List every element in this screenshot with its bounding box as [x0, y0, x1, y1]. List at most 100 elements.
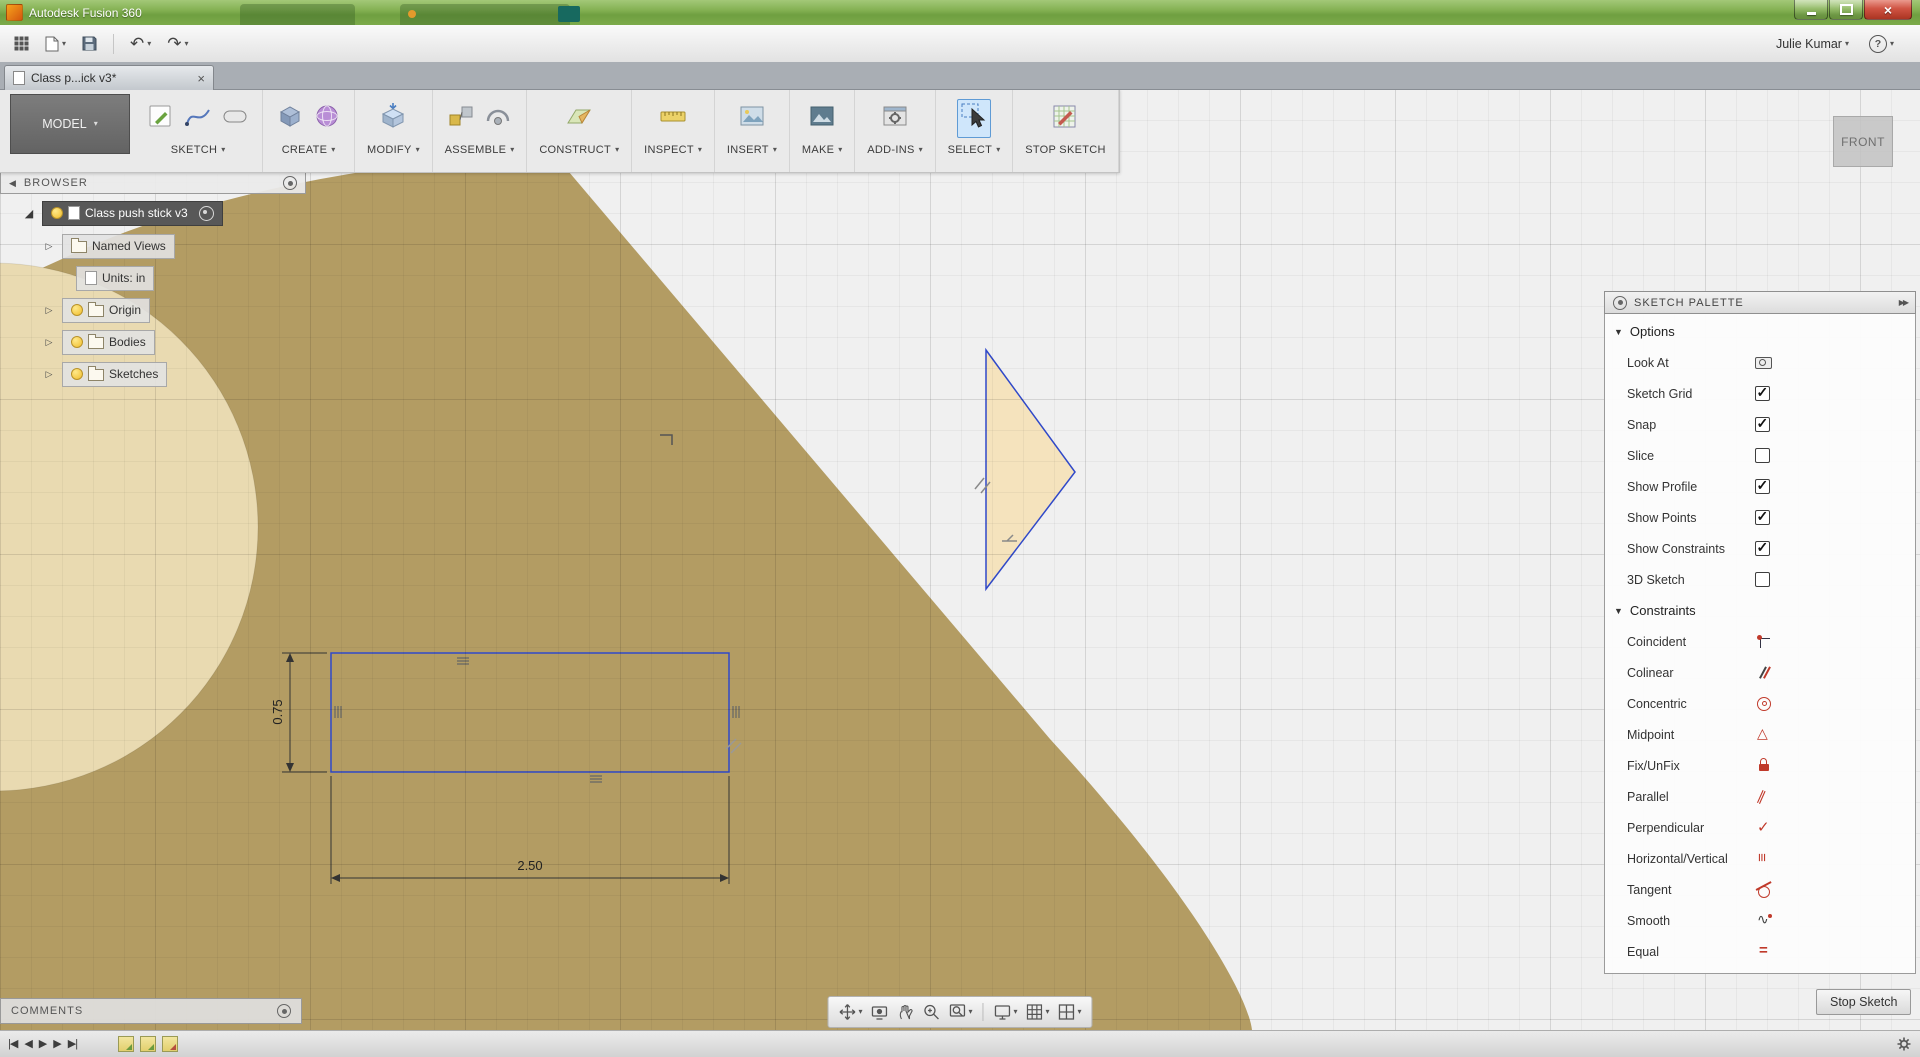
browser-node[interactable]: Bodies — [62, 329, 155, 355]
palette-dock-icon[interactable] — [1613, 295, 1627, 310]
look-at-button[interactable] — [867, 1001, 891, 1023]
colinear-constraint-icon[interactable] — [1755, 664, 1773, 682]
stop-sketch-icon[interactable] — [1050, 101, 1080, 136]
viewports-button[interactable]: ▾ — [1055, 1001, 1085, 1023]
timeline-play-button[interactable]: ▶ — [39, 1038, 48, 1050]
orbit-pan-button[interactable]: ▾ — [835, 1001, 865, 1023]
caret-down-icon[interactable]: ▾ — [615, 146, 619, 154]
sketch-slot-icon[interactable] — [220, 101, 250, 136]
constraint-horizontal-vertical[interactable]: Horizontal/Vertical — [1605, 843, 1915, 874]
caret-down-icon[interactable]: ▾ — [698, 146, 702, 154]
collapse-palette-icon[interactable]: ▶▶ — [1899, 298, 1909, 307]
expand-arrow-icon[interactable]: ◢ — [20, 207, 38, 220]
midpoint-constraint-icon[interactable] — [1755, 725, 1773, 744]
browser-item-bodies[interactable]: ▷ Bodies — [0, 329, 330, 355]
app-grid-icon[interactable] — [10, 33, 33, 54]
browser-node[interactable]: Named Views — [62, 233, 175, 259]
palette-option-snap[interactable]: Snap — [1605, 409, 1915, 440]
palette-option-look-at[interactable]: Look At — [1605, 347, 1915, 378]
zoom-window-button[interactable]: ▾ — [945, 1001, 975, 1023]
show-points-checkbox[interactable] — [1755, 508, 1770, 525]
save-button[interactable] — [78, 33, 101, 54]
ribbon-group-label[interactable]: INSPECT — [644, 144, 694, 156]
ribbon-group-label[interactable]: SELECT — [948, 144, 993, 156]
sketch-grid-checkbox[interactable] — [1755, 384, 1770, 401]
collapse-browser-icon[interactable]: ◀ — [9, 178, 16, 189]
panel-options-icon[interactable] — [277, 1004, 291, 1018]
browser-item-origin[interactable]: ▷ Origin — [0, 297, 330, 323]
constraint-parallel[interactable]: Parallel — [1605, 781, 1915, 812]
palette-option-show-points[interactable]: Show Points — [1605, 502, 1915, 533]
viewcube-front-face[interactable]: FRONT — [1833, 116, 1893, 167]
browser-node[interactable]: Sketches — [62, 361, 168, 387]
browser-header[interactable]: ◀ BROWSER — [0, 172, 306, 194]
3d-sketch-checkbox[interactable] — [1755, 572, 1770, 587]
perpendicular-constraint-icon[interactable] — [1755, 818, 1773, 837]
constraint-perpendicular[interactable]: Perpendicular — [1605, 812, 1915, 843]
constraints-section-header[interactable]: ▼ Constraints — [1605, 595, 1915, 626]
addins-gear-icon[interactable] — [880, 101, 910, 136]
timeline-sketch-feature[interactable] — [140, 1036, 157, 1052]
browser-node[interactable]: Origin — [62, 297, 151, 323]
workspace-switcher[interactable]: MODEL ▾ — [10, 94, 130, 154]
visibility-bulb-icon[interactable] — [71, 368, 83, 380]
minimize-button[interactable] — [1794, 0, 1828, 20]
caret-down-icon[interactable]: ▾ — [919, 146, 923, 154]
browser-item-named-views[interactable]: ▷ Named Views — [0, 233, 330, 259]
expand-arrow-icon[interactable]: ▷ — [40, 305, 58, 316]
visibility-bulb-icon[interactable] — [71, 336, 83, 348]
grid-settings-button[interactable]: ▾ — [1023, 1001, 1053, 1023]
equal-constraint-icon[interactable] — [1755, 942, 1773, 961]
maximize-button[interactable] — [1829, 0, 1863, 20]
timeline-step-back-button[interactable]: ◀ — [24, 1038, 33, 1050]
constraint-fix-unfix[interactable]: Fix/UnFix — [1605, 750, 1915, 781]
motion-icon[interactable] — [483, 101, 513, 136]
timeline-settings-gear-icon[interactable] — [1896, 1036, 1912, 1052]
palette-option-show-profile[interactable]: Show Profile — [1605, 471, 1915, 502]
ribbon-group-label[interactable]: STOP SKETCH — [1025, 144, 1106, 156]
browser-root-row[interactable]: ◢ Class push stick v3 — [0, 200, 330, 226]
display-settings-button[interactable]: ▾ — [990, 1001, 1020, 1023]
ribbon-group-label[interactable]: CONSTRUCT — [539, 144, 611, 156]
redo-button[interactable]: ↷ ▾ — [163, 32, 192, 55]
palette-header[interactable]: SKETCH PALETTE ▶▶ — [1604, 291, 1916, 314]
document-tab[interactable]: Class p...ick v3* × — [4, 65, 214, 90]
create-form-icon[interactable] — [312, 101, 342, 136]
user-account-menu[interactable]: Julie Kumar ▾ — [1772, 34, 1853, 54]
timeline-step-forward-button[interactable]: ▶ — [53, 1038, 62, 1050]
show-constraints-checkbox[interactable] — [1755, 539, 1770, 556]
palette-option-3d-sketch[interactable]: 3D Sketch — [1605, 564, 1915, 595]
caret-down-icon[interactable]: ▾ — [221, 146, 225, 154]
smooth-constraint-icon[interactable] — [1755, 911, 1773, 930]
constraint-tangent[interactable]: Tangent — [1605, 874, 1915, 905]
browser-item-units-in[interactable]: Units: in — [0, 265, 330, 291]
measure-icon[interactable] — [658, 101, 688, 136]
insert-image-icon[interactable] — [737, 101, 767, 136]
look-at-icon[interactable] — [1755, 356, 1772, 369]
expand-arrow-icon[interactable]: ▷ — [40, 241, 58, 252]
stop-sketch-button[interactable]: Stop Sketch — [1816, 989, 1912, 1015]
caret-down-icon[interactable]: ▾ — [416, 146, 420, 154]
close-tab-icon[interactable]: × — [197, 72, 205, 85]
constraint-concentric[interactable]: Concentric — [1605, 688, 1915, 719]
browser-root-node[interactable]: Class push stick v3 — [42, 200, 223, 226]
palette-option-sketch-grid[interactable]: Sketch Grid — [1605, 378, 1915, 409]
constraint-colinear[interactable]: Colinear — [1605, 657, 1915, 688]
browser-item-sketches[interactable]: ▷ Sketches — [0, 361, 330, 387]
caret-down-icon[interactable]: ▾ — [510, 146, 514, 154]
constraint-smooth[interactable]: Smooth — [1605, 905, 1915, 936]
undo-button[interactable]: ↶ ▾ — [126, 32, 155, 55]
ribbon-group-label[interactable]: INSERT — [727, 144, 769, 156]
triangle-sketch-profile[interactable] — [985, 347, 1076, 592]
ribbon-group-label[interactable]: MAKE — [802, 144, 834, 156]
timeline-sketch-feature-active[interactable] — [162, 1036, 179, 1052]
snap-checkbox[interactable] — [1755, 415, 1770, 432]
caret-down-icon[interactable]: ▾ — [331, 146, 335, 154]
concentric-constraint-icon[interactable] — [1755, 695, 1773, 713]
ribbon-group-label[interactable]: ASSEMBLE — [445, 144, 507, 156]
caret-down-icon[interactable]: ▾ — [996, 146, 1000, 154]
timeline-sketch-feature[interactable] — [118, 1036, 135, 1052]
ribbon-group-label[interactable]: MODIFY — [367, 144, 412, 156]
parallel-constraint-icon[interactable] — [1755, 788, 1773, 806]
create-sketch-icon[interactable] — [146, 101, 176, 136]
